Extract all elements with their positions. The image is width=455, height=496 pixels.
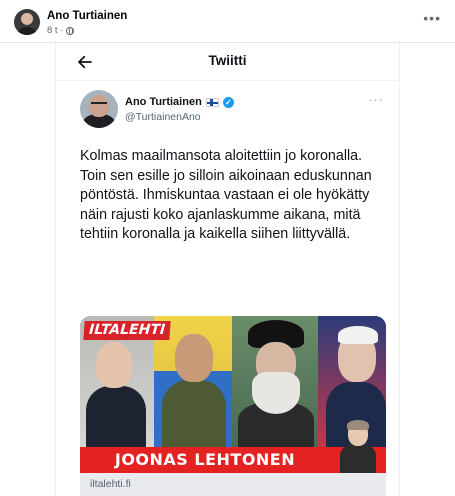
link-card-domain[interactable]: iltalehti.fi — [90, 478, 131, 490]
tweet-author-name-row: Ano Turtiainen ✓ — [125, 96, 234, 108]
tweet-author-name[interactable]: Ano Turtiainen — [125, 96, 202, 108]
tweet-author-handle[interactable]: @TurtiainenAno — [125, 111, 201, 123]
tweet-page-title: Twiitti — [208, 53, 247, 68]
tweet-author-avatar[interactable] — [80, 90, 118, 128]
link-card-image: ILTALEHTI JOONAS LEHTONEN — [80, 316, 386, 473]
article-author-name: JOONAS LEHTONEN — [114, 450, 296, 469]
post-time[interactable]: 8 t · — [47, 25, 63, 36]
tweet-more-icon[interactable]: ··· — [368, 92, 384, 107]
post-meta: 8 t · — [47, 25, 75, 36]
link-card[interactable]: ILTALEHTI JOONAS LEHTONEN iltalehti.fi — [80, 316, 386, 496]
more-options-icon[interactable]: ••• — [423, 11, 441, 25]
post-header: Ano Turtiainen 8 t · ••• — [0, 0, 455, 42]
post-author-name[interactable]: Ano Turtiainen — [47, 10, 127, 22]
author-photo — [338, 420, 378, 473]
tweet-header-divider — [56, 80, 399, 81]
finland-flag-icon — [205, 97, 219, 107]
verified-badge-icon: ✓ — [222, 96, 234, 108]
tweet-text: Kolmas maailmansota aloitettiin jo koron… — [80, 148, 372, 242]
tweet-screenshot[interactable]: Twiitti Ano Turtiainen ✓ @TurtiainenAno … — [55, 43, 400, 496]
globe-icon — [66, 26, 75, 35]
post-author-avatar[interactable] — [14, 9, 40, 35]
iltalehti-logo: ILTALEHTI — [83, 321, 171, 340]
